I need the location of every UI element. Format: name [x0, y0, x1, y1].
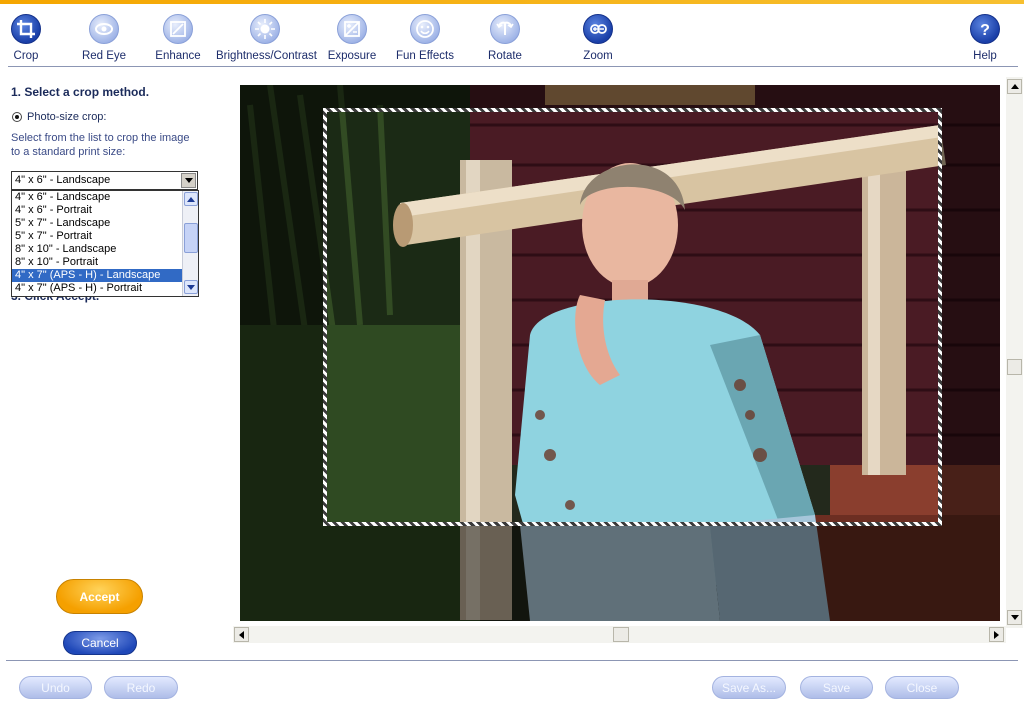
red-eye-tool-button[interactable]: Red Eye — [78, 14, 130, 68]
enhance-icon — [163, 14, 193, 44]
save-button[interactable]: Save — [800, 676, 873, 699]
crop-mask-right — [942, 108, 1000, 526]
crop-selection-frame[interactable] — [323, 108, 942, 526]
zoom-icon — [583, 14, 613, 44]
print-size-option[interactable]: 5" x 7" - Landscape — [12, 217, 182, 230]
print-size-option[interactable]: 5" x 7" - Portrait — [12, 230, 182, 243]
zoom-tool-button[interactable]: Zoom — [576, 14, 620, 68]
image-horizontal-scroll-thumb[interactable] — [613, 627, 629, 642]
fun-effects-tool-label: Fun Effects — [396, 50, 454, 62]
print-size-select[interactable]: 4" x 6" - Landscape — [11, 171, 198, 190]
image-scroll-up-button[interactable] — [1007, 79, 1022, 94]
enhance-tool-label: Enhance — [155, 50, 201, 62]
footer-divider — [6, 660, 1018, 661]
chevron-up-icon — [187, 196, 195, 202]
help-icon: ? — [970, 14, 1000, 44]
rotate-icon — [490, 14, 520, 44]
exposure-tool-button[interactable]: Exposure — [326, 14, 378, 68]
photo-size-crop-label: Photo-size crop: — [27, 111, 107, 123]
print-size-option-highlighted[interactable]: 4" x 7" (APS - H) - Landscape — [12, 269, 182, 282]
image-scroll-right-button[interactable] — [989, 627, 1004, 642]
dropdown-scrollbar[interactable] — [182, 191, 198, 296]
crop-tool-button[interactable]: Crop — [8, 14, 44, 68]
red-eye-icon — [89, 14, 119, 44]
chevron-down-icon — [187, 284, 195, 290]
photo-canvas[interactable] — [240, 85, 1000, 621]
red-eye-tool-label: Red Eye — [81, 50, 127, 62]
rotate-tool-label: Rotate — [488, 50, 522, 62]
scroll-up-button[interactable] — [184, 192, 198, 206]
image-vertical-scroll-thumb[interactable] — [1007, 359, 1022, 375]
redo-button[interactable]: Redo — [104, 676, 178, 699]
fun-effects-tool-button[interactable]: Fun Effects — [395, 14, 455, 68]
print-size-selected-value: 4" x 6" - Landscape — [15, 174, 111, 186]
arrow-up-icon — [1010, 84, 1019, 89]
image-vertical-scrollbar[interactable] — [1006, 77, 1023, 628]
brightness-contrast-tool-label: Brightness/Contrast — [216, 50, 317, 62]
crop-mask-bottom — [240, 526, 1000, 621]
arrow-down-icon — [1010, 615, 1019, 620]
undo-button[interactable]: Undo — [19, 676, 92, 699]
brightness-contrast-tool-button[interactable]: Brightness/Contrast — [216, 14, 317, 68]
editing-toolbar: Crop Red Eye Enhance Brightness/Contrast… — [0, 4, 1024, 67]
arrow-left-icon — [239, 630, 244, 639]
scroll-down-button[interactable] — [184, 280, 198, 294]
crop-icon — [11, 14, 41, 44]
save-as-button[interactable]: Save As... — [712, 676, 786, 699]
print-size-dropdown-list: 4" x 6" - Landscape 4" x 6" - Portrait 5… — [11, 190, 199, 297]
photo-size-crop-option[interactable]: Photo-size crop: — [12, 111, 106, 123]
crop-mask-top — [240, 85, 1000, 108]
toolbar-divider — [8, 66, 1018, 67]
exposure-tool-label: Exposure — [327, 50, 377, 62]
print-size-option[interactable]: 8" x 10" - Portrait — [12, 256, 182, 269]
image-scroll-left-button[interactable] — [234, 627, 249, 642]
crop-tool-label: Crop — [13, 50, 39, 62]
help-label: Help — [973, 50, 997, 62]
brightness-icon — [250, 14, 280, 44]
image-horizontal-scrollbar[interactable] — [233, 626, 1006, 643]
zoom-tool-label: Zoom — [583, 50, 613, 62]
step1-heading: 1. Select a crop method. — [11, 85, 150, 99]
arrow-right-icon — [994, 630, 999, 639]
print-size-option[interactable]: 4" x 7" (APS - H) - Portrait — [12, 282, 182, 295]
dropdown-arrow-button[interactable] — [181, 173, 196, 188]
close-button[interactable]: Close — [885, 676, 959, 699]
print-size-option[interactable]: 8" x 10" - Landscape — [12, 243, 182, 256]
rotate-tool-button[interactable]: Rotate — [482, 14, 528, 68]
cancel-button[interactable]: Cancel — [63, 631, 137, 655]
chevron-down-icon — [184, 178, 193, 183]
exposure-icon — [337, 14, 367, 44]
dropdown-scroll-thumb[interactable] — [184, 223, 198, 253]
print-size-option[interactable]: 4" x 6" - Landscape — [12, 191, 182, 204]
fun-effects-icon — [410, 14, 440, 44]
help-button[interactable]: ? Help — [966, 14, 1004, 68]
svg-text:?: ? — [980, 22, 990, 39]
crop-mask-left — [240, 108, 323, 526]
accept-button[interactable]: Accept — [56, 579, 143, 614]
image-scroll-down-button[interactable] — [1007, 610, 1022, 625]
print-size-option[interactable]: 4" x 6" - Portrait — [12, 204, 182, 217]
enhance-tool-button[interactable]: Enhance — [152, 14, 204, 68]
photo-size-crop-radio[interactable] — [12, 112, 22, 122]
crop-help-text: Select from the list to crop the image t… — [11, 132, 190, 158]
